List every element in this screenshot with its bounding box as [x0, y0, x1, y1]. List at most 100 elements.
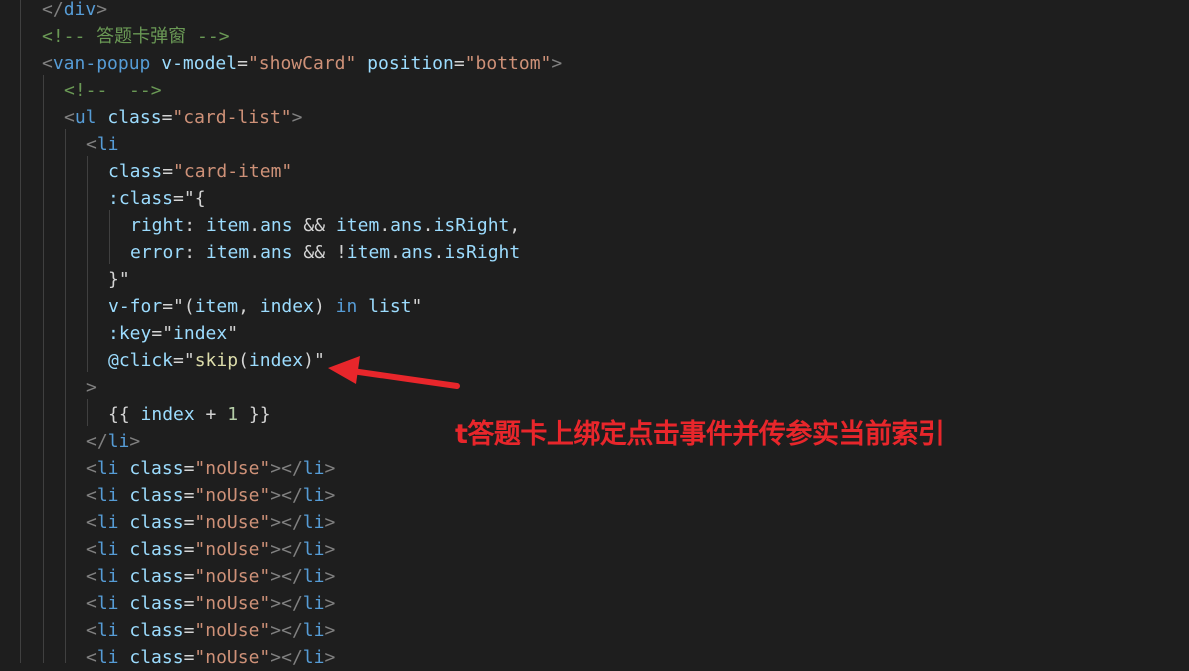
code-token: ></ [270, 539, 303, 560]
code-token: index [259, 296, 314, 317]
code-token: class [108, 161, 163, 182]
code-token: "noUse" [194, 647, 271, 668]
code-token: li [302, 539, 325, 560]
code-token: = [183, 458, 195, 479]
code-token: > [129, 431, 141, 452]
code-token: li [302, 485, 325, 506]
code-token: }} [238, 404, 271, 425]
code-token: , [238, 296, 260, 317]
code-line: <!-- 答题卡弹窗 --> [42, 23, 230, 50]
code-line: <li class="noUse"></li> [86, 617, 335, 644]
code-token: = [183, 566, 195, 587]
code-token: ></ [270, 566, 303, 587]
code-token: . [249, 242, 261, 263]
code-token: :class [108, 188, 174, 209]
code-token: li [96, 593, 119, 614]
code-token: class [129, 620, 184, 641]
code-token: > [324, 620, 336, 641]
code-token: 1 [227, 404, 239, 425]
code-token: list [368, 296, 412, 317]
code-token: error [130, 242, 185, 263]
code-line: right: item.ans && item.ans.isRight, [130, 212, 520, 239]
code-token: skip [194, 350, 239, 371]
code-token: li [302, 620, 325, 641]
code-token: > [96, 0, 108, 20]
code-token: =" [173, 350, 195, 371]
code-token: li [302, 458, 325, 479]
code-line: {{ index + 1 }} [108, 401, 271, 428]
code-token: {{ [108, 404, 141, 425]
code-token: class [129, 512, 184, 533]
indent-guide [20, 0, 21, 663]
code-token: ="{ [173, 188, 206, 209]
code-token: . [422, 215, 434, 236]
code-token: class [129, 566, 184, 587]
code-token: , [509, 215, 521, 236]
code-token: . [379, 215, 391, 236]
code-token: li [302, 566, 325, 587]
code-token: > [86, 377, 97, 398]
code-token: > [291, 107, 303, 128]
code-token: " [227, 323, 239, 344]
code-line: <li class="noUse"></li> [86, 563, 335, 590]
code-token: isRight [433, 215, 510, 236]
code-token: : [184, 215, 206, 236]
code-token: "card-item" [173, 161, 293, 182]
code-token: "noUse" [194, 485, 271, 506]
code-token: < [86, 566, 97, 587]
code-line: }" [108, 266, 130, 293]
code-token: in [335, 296, 358, 317]
code-token: : [184, 242, 206, 263]
code-token: > [324, 593, 336, 614]
code-editor[interactable]: </div> <!-- 答题卡弹窗 --> <van-popup v-model="… [0, 0, 1189, 668]
code-token: li [96, 485, 119, 506]
code-token: @click [108, 350, 174, 371]
code-token: = [162, 161, 174, 182]
code-token: < [64, 107, 75, 128]
code-token: . [249, 215, 261, 236]
code-token: "noUse" [194, 512, 271, 533]
code-token: li [96, 539, 119, 560]
code-token: index [248, 350, 304, 371]
code-token: < [86, 647, 97, 668]
code-token: <!-- --> [64, 80, 162, 101]
code-token: <!-- 答题卡弹窗 --> [42, 26, 230, 47]
code-token: </ [86, 431, 108, 452]
code-token: ans [400, 242, 434, 263]
code-token: > [324, 512, 336, 533]
indent-guide [87, 156, 88, 372]
code-token: "noUse" [194, 566, 271, 587]
code-token: "noUse" [194, 620, 271, 641]
code-token: li [96, 620, 119, 641]
code-line: <ul class="card-list"> [64, 104, 302, 131]
code-token: ul [74, 107, 97, 128]
code-token: li [96, 566, 119, 587]
code-token: class [129, 458, 184, 479]
code-token: index [140, 404, 195, 425]
code-token: > [324, 566, 336, 587]
code-line: </div> [42, 0, 107, 23]
code-token: van-popup [52, 53, 151, 74]
code-line: :key="index" [108, 320, 238, 347]
code-token: = [183, 647, 195, 668]
code-token: li [107, 431, 130, 452]
code-token: = [183, 485, 195, 506]
code-token: right [130, 215, 185, 236]
code-token: "card-list" [172, 107, 292, 128]
code-token: class [129, 485, 184, 506]
indent-guide [87, 399, 88, 426]
code-token: ( [238, 350, 249, 371]
code-token: class [107, 107, 162, 128]
code-token: + [194, 404, 228, 425]
code-token: div [63, 0, 97, 20]
code-token: = [183, 593, 195, 614]
code-token: > [324, 647, 336, 668]
red-arrow-icon [328, 356, 460, 389]
